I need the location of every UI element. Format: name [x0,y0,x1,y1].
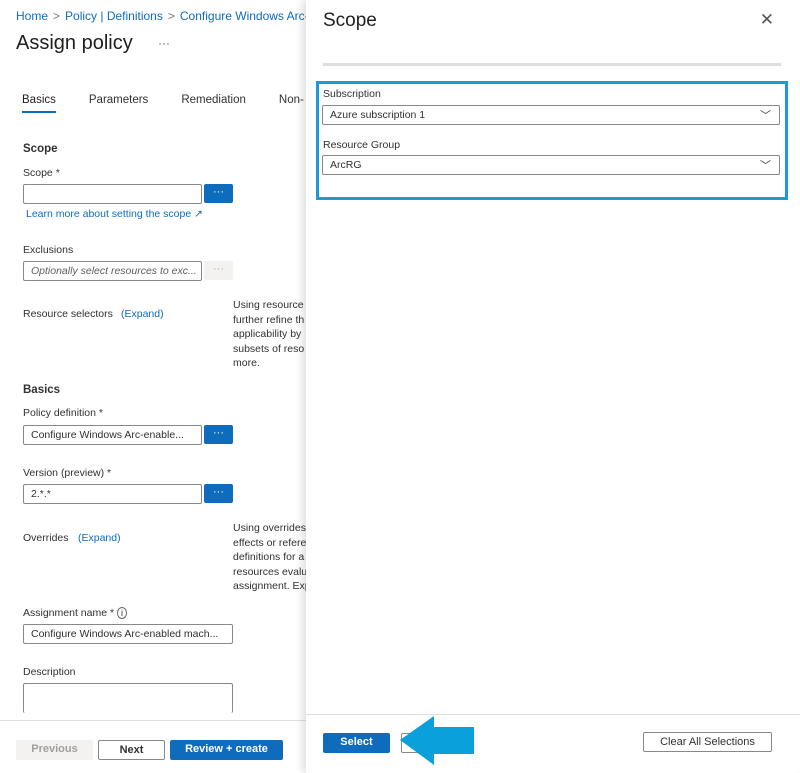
next-button[interactable]: Next [98,740,165,760]
basics-heading: Basics [23,384,61,396]
resource-selectors-expand[interactable]: (Expand) [121,308,164,320]
tab-bar: Basics Parameters Remediation Non- [22,94,304,113]
divider [323,63,781,66]
chevron-down-icon: ﹀ [760,110,771,122]
review-create-button[interactable]: Review + create [170,740,283,760]
version-label: Version (preview) * [23,467,112,479]
breadcrumb: Home > Policy | Definitions > Configure Wind… [16,9,309,23]
scope-input[interactable] [23,184,202,204]
select-button[interactable]: Select [323,733,390,753]
panel-title: Scope [323,10,377,31]
assignment-name-label: Assignment name * i [23,607,127,619]
chevron-right-icon: > [53,9,61,23]
page-title: Assign policy [16,32,133,54]
tab-remediation[interactable]: Remediation [181,94,246,113]
scope-label: Scope * [23,167,60,179]
version-browse-button[interactable]: ··· [204,484,233,503]
assign-policy-page: Home > Policy | Definitions > Configure Wind… [0,0,311,773]
divider [306,714,800,715]
version-input[interactable]: 2.*.* [23,484,202,504]
breadcrumb-home[interactable]: Home [16,9,48,23]
exclusions-input[interactable]: Optionally select resources to exc... [23,261,202,281]
overrides-label: Overrides [23,532,69,544]
description-input[interactable] [23,683,233,713]
close-icon[interactable]: ✕ [760,10,774,30]
policy-definition-browse-button[interactable]: ··· [204,425,233,444]
overrides-help: Using overrides effects or refere definiti… [233,522,311,592]
tab-parameters[interactable]: Parameters [89,94,148,113]
policy-definition-input[interactable]: Configure Windows Arc-enable... [23,425,202,445]
external-link-icon: ↗ [194,208,203,220]
more-options-icon[interactable]: ··· [158,36,170,50]
arrow-annotation-icon [400,716,474,765]
chevron-right-icon: > [167,9,175,23]
description-label: Description [23,666,76,678]
clear-all-selections-button[interactable]: Clear All Selections [643,732,772,752]
scope-browse-button[interactable]: ··· [204,184,233,203]
info-icon[interactable]: i [116,607,127,619]
overrides-expand[interactable]: (Expand) [78,532,121,544]
previous-button: Previous [16,740,93,760]
chevron-down-icon: ﹀ [760,160,771,172]
breadcrumb-definition[interactable]: Configure Windows Arc- [180,9,309,23]
resource-selectors-label: Resource selectors [23,308,113,320]
exclusions-browse-button: ··· [204,261,233,280]
scope-heading: Scope [23,143,58,155]
learn-more-scope-link[interactable]: Learn more about setting the scope ↗ [26,208,203,220]
assignment-name-input[interactable]: Configure Windows Arc-enabled mach... [23,624,233,644]
scope-panel: Scope ✕ Subscription Azure subscription … [306,0,800,773]
resource-group-label: Resource Group [323,139,401,151]
policy-definition-label: Policy definition * [23,407,103,419]
resource-selectors-help: Using resource further refine th applicabi… [233,299,305,369]
tab-non-compliance[interactable]: Non- [279,94,304,113]
exclusions-label: Exclusions [23,244,74,256]
resource-group-dropdown[interactable]: ArcRG ﹀ [322,155,780,175]
breadcrumb-policy-definitions[interactable]: Policy | Definitions [65,9,163,23]
subscription-label: Subscription [323,88,381,100]
tab-basics[interactable]: Basics [22,94,56,113]
subscription-dropdown[interactable]: Azure subscription 1 ﹀ [322,105,780,125]
wizard-footer: Previous Next Review + create [0,720,310,773]
